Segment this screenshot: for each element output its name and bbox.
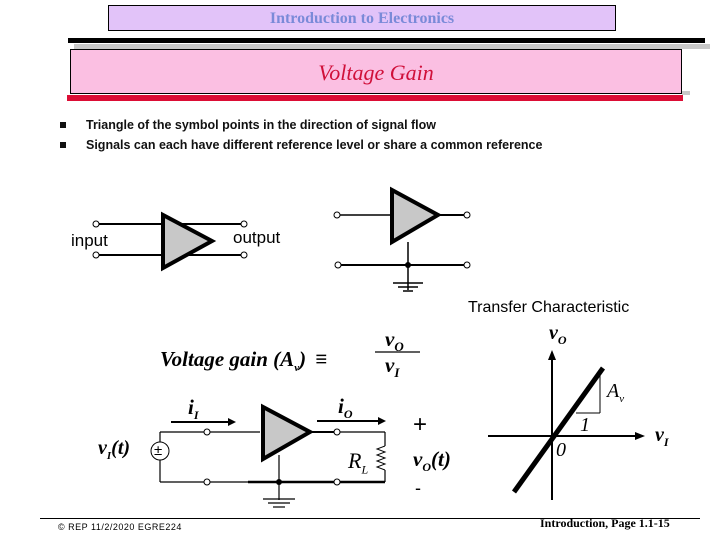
voltage-gain-formula: Voltage gain (Av) ≡ bbox=[160, 347, 327, 374]
output-current-sub: O bbox=[343, 407, 353, 422]
slope-symbol: A bbox=[607, 380, 620, 402]
numerator-symbol: v bbox=[385, 327, 395, 351]
formula-equiv: ≡ bbox=[315, 347, 328, 371]
terminal-icon bbox=[92, 251, 100, 259]
y-axis-label: vO bbox=[549, 322, 567, 348]
x-axis-label: vI bbox=[655, 424, 669, 450]
terminal-icon bbox=[240, 220, 248, 228]
footer-copyright: © REP 11/2/2020 EGRE224 bbox=[58, 522, 182, 532]
junction-dot-icon bbox=[405, 262, 411, 268]
origin-label: 0 bbox=[556, 439, 566, 461]
source-voltage-label: vI(t) bbox=[98, 437, 130, 462]
x-axis-symbol: v bbox=[655, 424, 664, 446]
denominator-sub: I bbox=[394, 365, 400, 381]
denominator-symbol: v bbox=[385, 353, 395, 377]
transfer-title: Transfer Characteristic bbox=[468, 299, 630, 316]
plus-minus-icon: ± bbox=[154, 442, 163, 459]
terminal-icon bbox=[463, 261, 471, 269]
x-axis-sub: I bbox=[663, 435, 669, 449]
terminal-icon bbox=[333, 478, 341, 486]
input-current-sub: I bbox=[193, 408, 199, 423]
amplifier-triangle-icon bbox=[161, 211, 217, 272]
numerator-sub: O bbox=[394, 339, 404, 355]
terminal-icon bbox=[334, 261, 342, 269]
output-label: output bbox=[233, 228, 281, 247]
transfer-characteristic-plot bbox=[488, 350, 645, 500]
output-voltage-suffix: (t) bbox=[431, 447, 451, 471]
y-axis-arrow-icon bbox=[548, 350, 556, 360]
amplifier-diagram-separate bbox=[92, 211, 248, 272]
source-symbol: v bbox=[98, 437, 107, 459]
output-voltage-label: vO(t) bbox=[413, 447, 451, 475]
terminal-icon bbox=[240, 251, 248, 259]
slope-label: Av bbox=[607, 380, 624, 405]
y-axis-symbol: v bbox=[549, 322, 558, 344]
output-current-label: iO bbox=[338, 394, 353, 422]
load-sub: L bbox=[361, 462, 369, 477]
input-label: input bbox=[71, 231, 108, 250]
junction-dot-icon bbox=[276, 479, 282, 485]
terminal-icon bbox=[333, 211, 341, 219]
load-symbol: R bbox=[348, 448, 362, 473]
output-minus-sign: - bbox=[415, 478, 421, 498]
resistor-icon bbox=[375, 445, 387, 471]
terminal-icon bbox=[92, 220, 100, 228]
output-voltage-symbol: v bbox=[413, 447, 423, 471]
slope-sub: v bbox=[619, 393, 625, 405]
x-axis-arrow-icon bbox=[635, 432, 645, 440]
source-suffix: (t) bbox=[111, 437, 131, 459]
output-plus-sign: + bbox=[413, 411, 428, 438]
formula-numerator: vO bbox=[385, 327, 404, 355]
amplifier-triangle-icon bbox=[261, 403, 315, 463]
terminal-icon bbox=[463, 211, 471, 219]
terminal-icon bbox=[203, 478, 211, 486]
formula-denominator: vI bbox=[385, 353, 399, 381]
amplifier-triangle-icon bbox=[390, 186, 443, 246]
footer-page: Introduction, Page 1.1-15 bbox=[540, 516, 670, 530]
load-resistor-label: RL bbox=[348, 448, 368, 477]
y-axis-sub: O bbox=[557, 333, 567, 347]
amplifier-diagram-common bbox=[333, 186, 471, 292]
formula-lhs: Voltage gain (A bbox=[160, 347, 295, 371]
formula-lhs-close: ) bbox=[299, 347, 307, 371]
output-voltage-sub: O bbox=[422, 460, 431, 475]
terminal-icon bbox=[203, 428, 211, 436]
run-label: 1 bbox=[580, 414, 590, 436]
input-current-label: iI bbox=[188, 395, 199, 423]
terminal-icon bbox=[333, 428, 341, 436]
